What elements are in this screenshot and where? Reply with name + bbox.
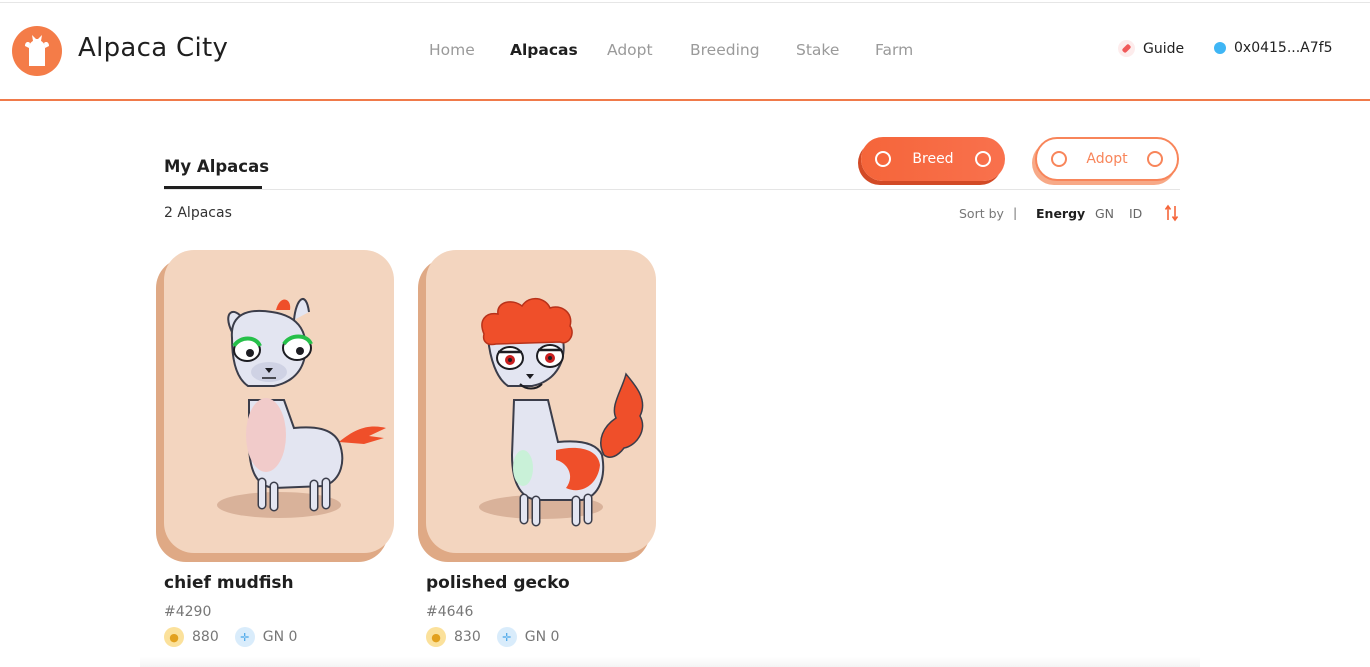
- adopt-button[interactable]: Adopt: [1035, 137, 1179, 181]
- breed-button-label: Breed: [912, 151, 954, 167]
- nav-alpacas[interactable]: Alpacas: [510, 41, 578, 59]
- alpaca-stats-1: ● 880 ✛ GN 0: [164, 627, 297, 647]
- nav-breeding[interactable]: Breeding: [690, 41, 760, 59]
- section-title-my-alpacas[interactable]: My Alpacas: [164, 157, 269, 176]
- alpaca-logo[interactable]: [12, 26, 62, 76]
- nav-farm[interactable]: Farm: [875, 41, 913, 59]
- sort-label: Sort by: [959, 206, 1004, 221]
- alpaca-image[interactable]: [426, 250, 656, 553]
- sort-id[interactable]: ID: [1129, 206, 1142, 221]
- ring-icon: [875, 151, 891, 167]
- ring-icon: [1051, 151, 1067, 167]
- nav-adopt[interactable]: Adopt: [607, 41, 653, 59]
- guide-link[interactable]: Guide: [1118, 40, 1184, 57]
- bottom-fade: [140, 657, 1200, 667]
- alpaca-stats-2: ● 830 ✛ GN 0: [426, 627, 559, 647]
- dna-icon: ✛: [234, 627, 255, 647]
- section-divider: [164, 189, 1180, 190]
- alpaca-energy-1: 880: [192, 629, 219, 645]
- alpaca-id-1: #4290: [164, 604, 212, 620]
- alpaca-image[interactable]: [164, 250, 394, 553]
- alpaca-id-2: #4646: [426, 604, 474, 620]
- alpaca-count: 2 Alpacas: [164, 205, 232, 221]
- sort-separator: |: [1013, 205, 1018, 220]
- alpaca-card-2[interactable]: [418, 250, 658, 562]
- alpaca-energy-2: 830: [454, 629, 481, 645]
- alpaca-gn-1: GN 0: [262, 629, 298, 645]
- alpaca-card-1[interactable]: [156, 250, 396, 562]
- adopt-button-label: Adopt: [1086, 151, 1128, 167]
- alpaca-gn-2: GN 0: [524, 629, 560, 645]
- nav-home[interactable]: Home: [429, 41, 475, 59]
- ring-icon: [974, 151, 991, 167]
- alpaca-name-2[interactable]: polished gecko: [426, 573, 570, 593]
- nav-stake[interactable]: Stake: [796, 41, 839, 59]
- breed-button[interactable]: Breed: [861, 137, 1005, 181]
- wallet-status-dot: [1214, 42, 1226, 54]
- sort-order-icon[interactable]: [1164, 204, 1180, 222]
- ring-icon: [1146, 151, 1163, 167]
- guide-label: Guide: [1143, 40, 1185, 57]
- compass-icon: [1118, 40, 1135, 57]
- wallet-button[interactable]: 0x0415...A7f5: [1214, 40, 1333, 56]
- sort-energy[interactable]: Energy: [1036, 206, 1085, 221]
- sort-gn[interactable]: GN: [1095, 206, 1114, 221]
- wallet-address: 0x0415...A7f5: [1234, 40, 1333, 56]
- app-title[interactable]: Alpaca City: [78, 33, 228, 63]
- dna-icon: ✛: [496, 627, 517, 647]
- app-header: Alpaca City Home Alpacas Adopt Breeding …: [0, 3, 1370, 101]
- energy-coin-icon: ●: [426, 627, 446, 647]
- energy-coin-icon: ●: [164, 627, 184, 647]
- alpaca-name-1[interactable]: chief mudfish: [164, 573, 294, 593]
